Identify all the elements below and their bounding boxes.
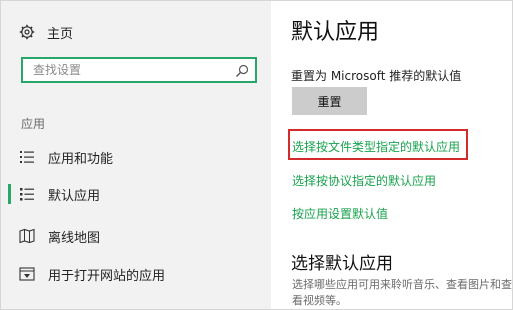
sidebar-home[interactable]: 主页 xyxy=(19,21,73,43)
sidebar: 主页 应用 xyxy=(1,1,271,309)
main-content: 默认应用 重置为 Microsoft 推荐的默认值 重置 选择按文件类型指定的默… xyxy=(271,1,512,309)
search-box[interactable] xyxy=(21,57,257,83)
sidebar-item-apps-features[interactable]: 应用和功能 xyxy=(1,144,271,170)
apps-list-icon xyxy=(19,149,35,165)
reset-button[interactable]: 重置 xyxy=(292,87,367,115)
sidebar-item-label: 离线地图 xyxy=(48,230,101,246)
default-apps-icon xyxy=(19,186,35,202)
sidebar-item-website-apps[interactable]: 用于打开网站的应用 xyxy=(1,261,271,287)
link-set-defaults-by-app[interactable]: 按应用设置默认值 xyxy=(292,205,388,222)
gear-icon xyxy=(19,24,35,40)
map-icon xyxy=(19,228,35,244)
website-app-icon xyxy=(19,266,35,282)
sidebar-item-label: 应用和功能 xyxy=(48,151,114,167)
reset-description: 重置为 Microsoft 推荐的默认值 xyxy=(291,69,462,83)
search-input[interactable] xyxy=(23,60,235,80)
search-icon[interactable] xyxy=(235,63,249,77)
link-default-apps-by-protocol[interactable]: 选择按协议指定的默认应用 xyxy=(292,172,436,189)
sidebar-item-label: 默认应用 xyxy=(48,188,101,204)
selection-indicator xyxy=(8,184,11,204)
settings-window: 主页 应用 xyxy=(0,0,513,310)
sidebar-item-label: 用于打开网站的应用 xyxy=(48,268,166,284)
home-label: 主页 xyxy=(47,26,74,42)
section-label-apps: 应用 xyxy=(21,117,46,131)
sidebar-item-default-apps[interactable]: 默认应用 xyxy=(1,181,271,207)
section-description: 选择哪些应用可用来聆听音乐、查看图片和查看视频等。 xyxy=(292,278,512,307)
section-heading-choose-default-apps: 选择默认应用 xyxy=(291,254,393,274)
sidebar-item-offline-maps[interactable]: 离线地图 xyxy=(1,223,271,249)
link-default-apps-by-file-type[interactable]: 选择按文件类型指定的默认应用 xyxy=(292,138,460,155)
page-title: 默认应用 xyxy=(291,20,380,45)
